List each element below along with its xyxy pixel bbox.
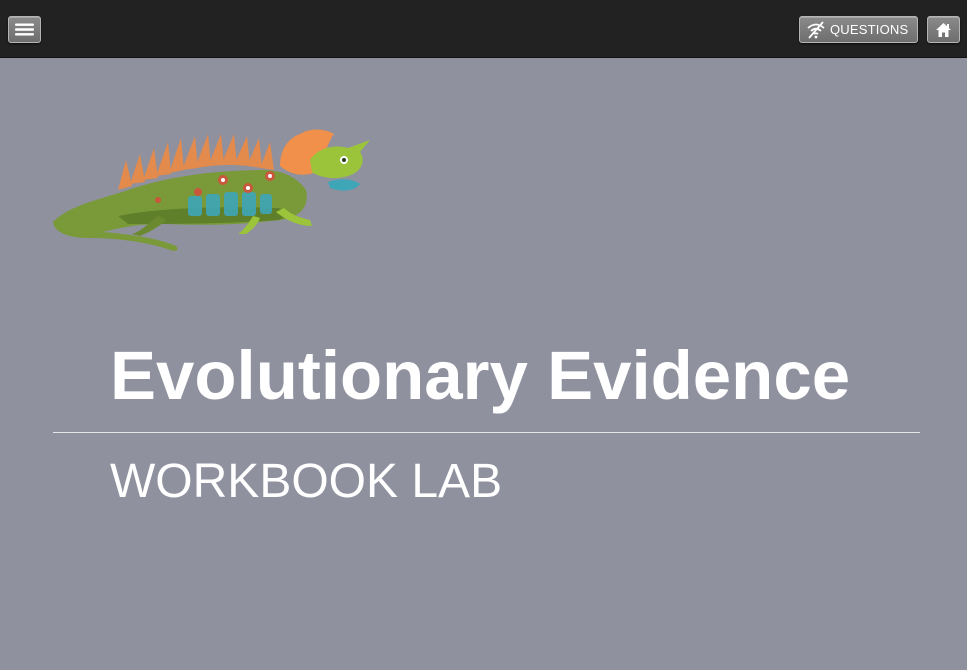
menu-button[interactable] [8, 16, 41, 43]
home-icon [936, 22, 951, 37]
questions-button[interactable]: QUESTIONS [799, 16, 918, 43]
lizard-illustration [53, 129, 370, 251]
top-toolbar: QUESTIONS [0, 0, 967, 58]
page-title: Evolutionary Evidence [110, 337, 851, 414]
title-divider [53, 432, 920, 433]
home-button[interactable] [927, 16, 960, 43]
questions-label: QUESTIONS [830, 22, 909, 37]
title-screen: Evolutionary Evidence WORKBOOK LAB [0, 58, 967, 670]
wifi-off-icon [807, 20, 825, 39]
page-subtitle: WORKBOOK LAB [110, 455, 503, 508]
hamburger-menu-icon [15, 23, 34, 36]
